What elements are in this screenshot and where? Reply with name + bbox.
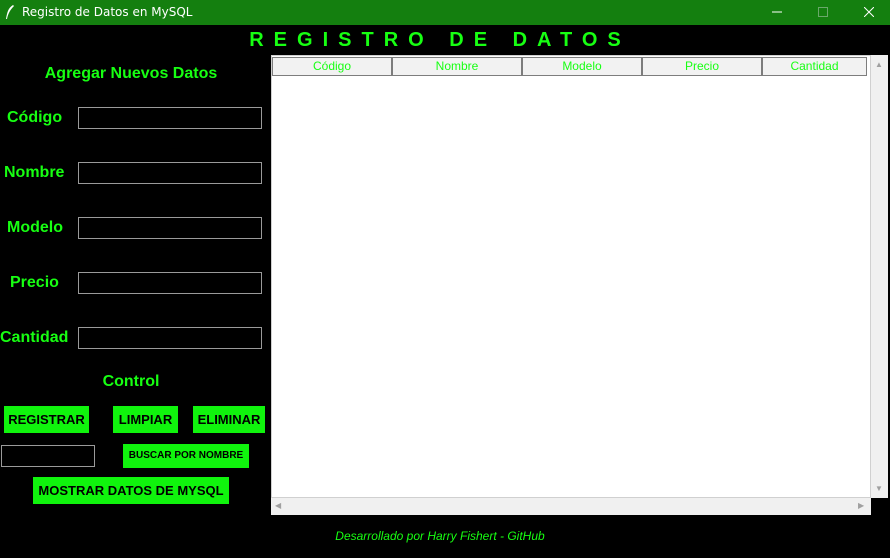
modelo-field[interactable] bbox=[78, 217, 262, 239]
registrar-button[interactable]: REGISTRAR bbox=[4, 406, 89, 433]
scroll-down-icon[interactable]: ▼ bbox=[875, 485, 883, 493]
minimize-button[interactable] bbox=[754, 0, 800, 25]
column-header-codigo[interactable]: Código bbox=[272, 57, 392, 76]
footer-credit: Desarrollado por Harry Fishert - GitHub bbox=[335, 529, 545, 543]
cantidad-label: Cantidad bbox=[0, 329, 69, 346]
cantidad-field[interactable] bbox=[78, 327, 262, 349]
scroll-left-icon[interactable]: ◀ bbox=[275, 502, 281, 510]
control-title: Control bbox=[102, 373, 160, 390]
buscar-button[interactable]: BUSCAR POR NOMBRE bbox=[123, 444, 249, 468]
column-header-precio[interactable]: Precio bbox=[642, 57, 762, 76]
eliminar-button[interactable]: ELIMINAR bbox=[193, 406, 265, 433]
column-header-nombre[interactable]: Nombre bbox=[392, 57, 522, 76]
scroll-right-icon[interactable]: ▶ bbox=[858, 502, 864, 510]
table-header: Código Nombre Modelo Precio Cantidad bbox=[272, 57, 867, 76]
nombre-field[interactable] bbox=[78, 162, 262, 184]
vertical-scrollbar[interactable]: ▲ ▼ bbox=[871, 55, 888, 498]
close-button[interactable] bbox=[846, 0, 890, 25]
codigo-field[interactable] bbox=[78, 107, 262, 129]
precio-label: Precio bbox=[10, 274, 59, 291]
close-icon bbox=[863, 6, 875, 18]
window-title: Registro de Datos en MySQL bbox=[22, 5, 193, 19]
horizontal-scrollbar[interactable]: ◀ ▶ bbox=[271, 498, 871, 515]
page-title: REGISTRO DE DATOS bbox=[249, 29, 631, 51]
mostrar-button[interactable]: MOSTRAR DATOS DE MYSQL bbox=[33, 477, 229, 504]
nombre-label: Nombre bbox=[4, 164, 65, 181]
scroll-up-icon[interactable]: ▲ bbox=[875, 61, 883, 69]
limpiar-button[interactable]: LIMPIAR bbox=[113, 406, 178, 433]
window-titlebar[interactable]: Registro de Datos en MySQL bbox=[0, 0, 890, 25]
codigo-label: Código bbox=[7, 109, 63, 126]
column-header-modelo[interactable]: Modelo bbox=[522, 57, 642, 76]
search-input[interactable] bbox=[1, 445, 95, 467]
modelo-label: Modelo bbox=[7, 219, 63, 236]
maximize-button[interactable] bbox=[800, 0, 846, 25]
column-header-cantidad[interactable]: Cantidad bbox=[762, 57, 867, 76]
feather-icon bbox=[6, 5, 14, 19]
precio-field[interactable] bbox=[78, 272, 262, 294]
maximize-icon bbox=[818, 7, 828, 17]
minimize-icon bbox=[772, 11, 782, 13]
form-title: Agregar Nuevos Datos bbox=[44, 65, 218, 82]
data-table[interactable] bbox=[271, 55, 871, 498]
